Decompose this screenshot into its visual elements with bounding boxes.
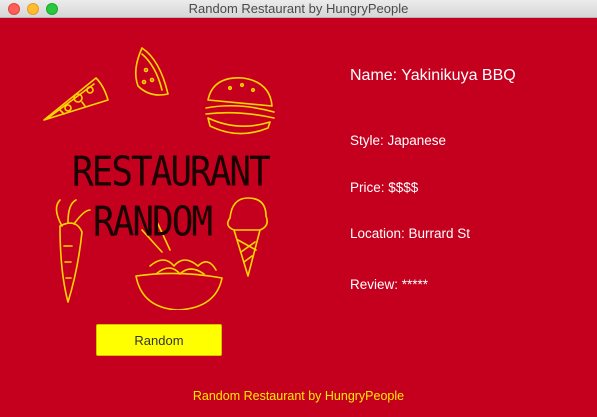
- random-button[interactable]: Random: [96, 324, 222, 356]
- restaurant-location: Location: Burrard St: [350, 226, 471, 241]
- window-title: Random Restaurant by HungryPeople: [188, 1, 409, 16]
- restaurant-style: Style: Japanese: [350, 133, 447, 148]
- restaurant-random-logo: RESTAURANT RANDOM: [38, 40, 278, 311]
- title-bar[interactable]: Random Restaurant by HungryPeople: [0, 0, 597, 18]
- restaurant-price: Price: $$$$: [350, 180, 419, 195]
- main-content: RESTAURANT RANDOM Name: Yakinikuya BBQ S…: [0, 18, 597, 417]
- logo-text-random: RANDOM: [93, 198, 213, 247]
- footer-credit: Random Restaurant by HungryPeople: [192, 389, 405, 403]
- logo-text-restaurant: RESTAURANT: [72, 148, 271, 197]
- app-window: Random Restaurant by HungryPeople RESTAU…: [0, 0, 597, 417]
- restaurant-review: Review: *****: [350, 277, 429, 292]
- restaurant-name: Name: Yakinikuya BBQ: [350, 67, 516, 84]
